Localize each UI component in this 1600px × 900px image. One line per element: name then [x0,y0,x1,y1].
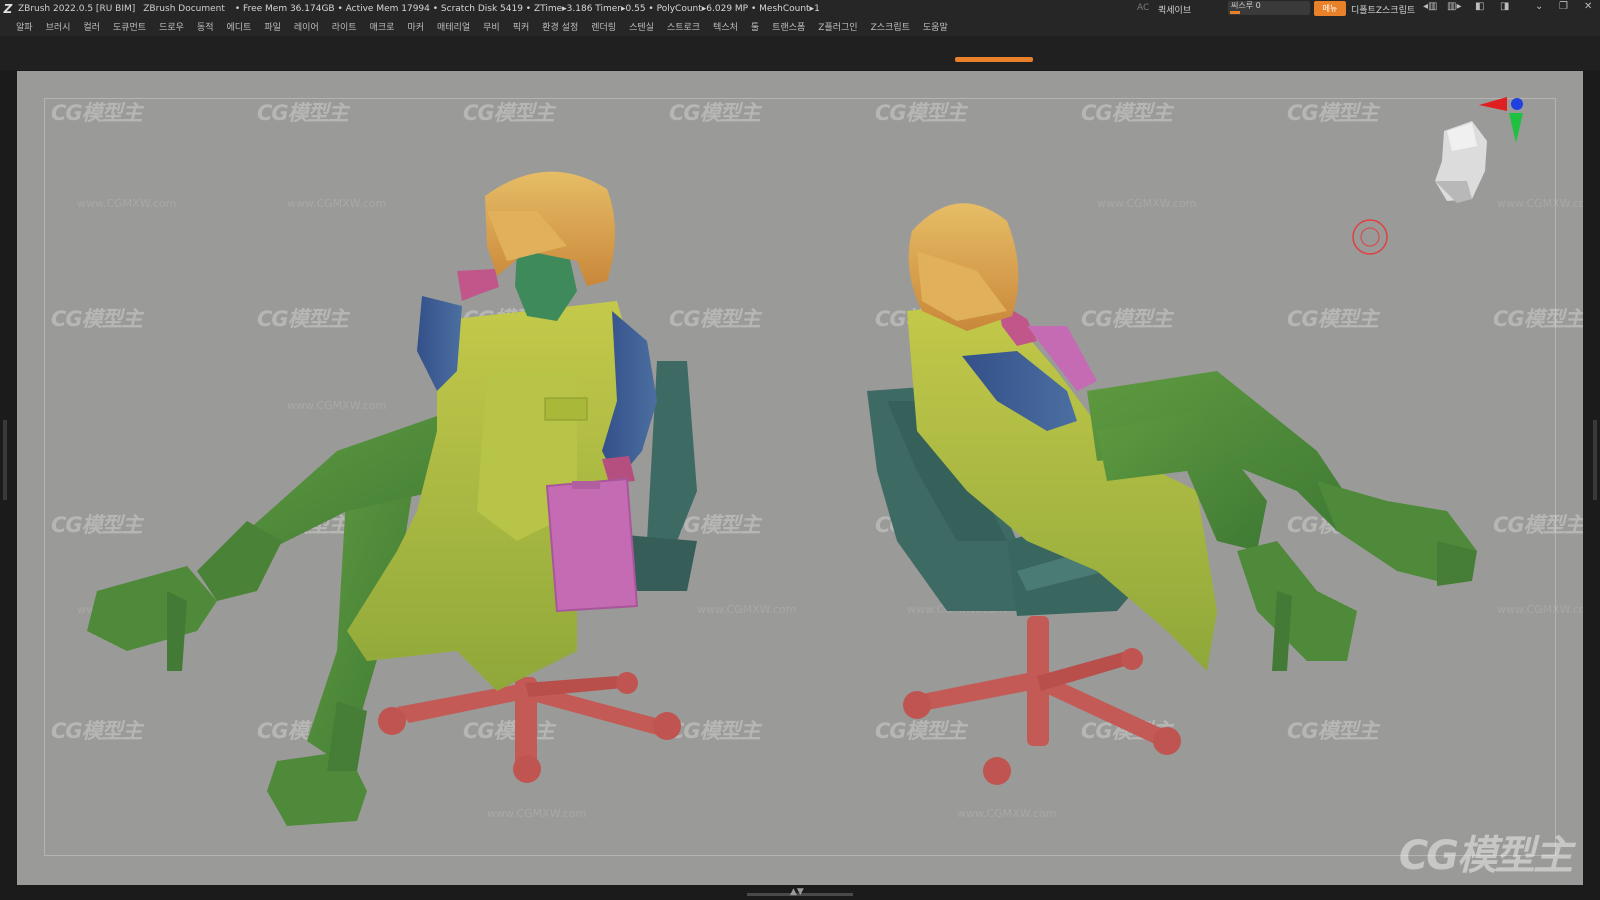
axis-gizmo-icon[interactable] [1479,97,1523,143]
bottom-tray: ▲▼ [0,885,1600,900]
ac-indicator: AC [1137,3,1150,13]
status-stats: • Free Mem 36.174GB • Active Mem 17994 •… [234,3,820,14]
chair-base-right [903,616,1181,785]
menu-texture[interactable]: 텍스처 [713,20,738,33]
watermark-logo: CG模型主 [1398,833,1573,879]
title-bar: Z ZBrush 2022.0.5 [RU BIM] ZBrush Docume… [0,0,1600,17]
see-through-label: 씨스루 0 [1231,1,1261,10]
bottom-tray-toggle-icon[interactable]: ▲▼ [790,887,804,897]
main-menu-bar: 알파 브러시 컬러 도큐먼트 드로우 동적 에디트 파일 레이어 라이트 매크로… [0,17,1600,36]
menu-layer[interactable]: 레이어 [294,20,319,33]
ui-layout-icon[interactable]: ◧ [1475,1,1484,12]
zbrush-logo-icon: Z [3,1,13,16]
menu-transform[interactable]: 트랜스폼 [772,20,805,33]
layout-prev-icon[interactable]: ◂▥ [1423,1,1437,12]
quicksave-button[interactable]: 퀵세이브 [1158,3,1191,16]
menu-brush[interactable]: 브러시 [46,20,71,33]
clipboard [545,477,639,613]
menu-help[interactable]: 도움말 [923,20,948,33]
sculpt-viewport[interactable] [17,71,1583,885]
menu-marker[interactable]: 마커 [407,20,424,33]
app-title: ZBrush 2022.0.5 [RU BIM] [18,3,136,14]
menu-light[interactable]: 라이트 [332,20,357,33]
brush-cursor-icon [1352,219,1388,255]
right-figure [867,203,1477,785]
menu-movie[interactable]: 무비 [483,20,500,33]
active-tab-indicator[interactable] [955,57,1033,62]
menu-preferences[interactable]: 환경 설정 [542,20,578,33]
menu-dynamics[interactable]: 동적 [197,20,214,33]
menu-color[interactable]: 컬러 [83,20,100,33]
document-canvas[interactable]: CG模型主 CG模型主 CG模型主 CG模型主 CG模型主 CG模型主 CG模型… [17,71,1583,885]
chair-base [378,672,681,783]
menu-tool[interactable]: 툴 [751,20,759,33]
menu-material[interactable]: 매테리얼 [437,20,470,33]
menu-render[interactable]: 렌더링 [591,20,616,33]
menu-document[interactable]: 도큐먼트 [113,20,146,33]
menu-stencil[interactable]: 스텐실 [629,20,654,33]
head-navigator-icon[interactable] [1435,121,1487,203]
left-tray-grip[interactable] [3,420,7,500]
restore-icon[interactable]: ❐ [1559,1,1568,12]
right-tray-grip[interactable] [1593,420,1597,500]
see-through-fill [1230,11,1240,14]
menu-toggle-button[interactable]: 메뉴 [1314,1,1346,16]
left-figure [87,171,697,826]
top-shelf [0,36,1600,70]
menu-stroke[interactable]: 스트로크 [667,20,700,33]
menu-zplugin[interactable]: Z플러그인 [818,20,857,33]
menu-edit[interactable]: 에디트 [227,20,252,33]
ui-color-icon[interactable]: ◨ [1500,1,1509,12]
see-through-slider[interactable]: 씨스루 0 [1228,1,1310,15]
menu-macro[interactable]: 매크로 [370,20,395,33]
menu-zscript[interactable]: Z스크립트 [871,20,910,33]
menu-file[interactable]: 파일 [264,20,281,33]
menu-draw[interactable]: 드로우 [159,20,184,33]
layout-next-icon[interactable]: ▥▸ [1447,1,1461,12]
menu-alpha[interactable]: 알파 [16,20,33,33]
default-zscript-button[interactable]: 디폴트Z스크립트 [1351,3,1415,16]
menu-picker[interactable]: 픽커 [513,20,530,33]
document-title: ZBrush Document [143,3,225,14]
close-icon[interactable]: ✕ [1584,1,1592,12]
minimize-icon[interactable]: ⌄ [1535,1,1543,12]
